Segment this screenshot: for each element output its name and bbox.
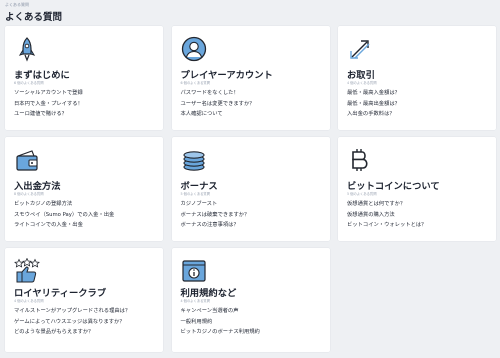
card-links: マイルストーンがアップグレードされる理由は？ ゲームによってハウスエッジは異なり… (14, 306, 130, 338)
card-question-count: 4 個のよくある質問 (180, 298, 211, 303)
faq-link[interactable]: ライトコインでの入金・出金 (14, 220, 114, 231)
stars-thumbs-up-icon (14, 258, 40, 284)
faq-link[interactable]: ビットカジノの登録方法 (14, 199, 114, 210)
category-card-bonus[interactable]: ボーナス 5 個のよくある質問 カジノブースト ボーナスは破棄できますか？ ボー… (171, 137, 330, 241)
category-card-loyalty-club[interactable]: ロイヤリティークラブ 4 個のよくある質問 マイルストーンがアップグレードされる… (5, 248, 163, 352)
category-card-getting-started[interactable]: まずはじめに 6 個のよくある質問 ソーシャルアカウントで登録 日本円で入金・プ… (5, 26, 163, 130)
card-links: ビットカジノの登録方法 スモウペイ（Sumo Pay）での入金・出金 ライトコイ… (14, 199, 114, 231)
faq-link[interactable]: ユーザー名は変更できますか？ (181, 99, 255, 110)
wallet-icon (14, 147, 40, 173)
faq-link[interactable]: 日本円で入金・プレイする！ (14, 99, 83, 110)
user-icon (181, 36, 207, 62)
faq-link[interactable]: 仮想通貨とは何ですか？ (347, 199, 426, 210)
category-card-deposit-withdrawal[interactable]: 入出金方法 8 個のよくある質問 ビットカジノの登録方法 スモウペイ（Sumo … (5, 137, 163, 241)
info-document-icon (181, 258, 207, 284)
faq-link[interactable]: 入出金の手数料は？ (347, 109, 400, 120)
faq-link[interactable]: マイルストーンがアップグレードされる理由は？ (14, 306, 130, 317)
rocket-icon (14, 36, 40, 62)
coins-icon (181, 147, 207, 173)
card-links: 最低・最高入金額は？ 最低・最高出金額は？ 入出金の手数料は？ (347, 88, 400, 120)
faq-link[interactable]: どのような景品がもらえますか？ (14, 327, 130, 338)
card-question-count: 4 個のよくある質問 (14, 298, 44, 303)
card-question-count: 8 個のよくある質問 (14, 191, 44, 196)
empty-grid-cell (338, 248, 496, 352)
faq-link[interactable]: スモウペイ（Sumo Pay）での入金・出金 (14, 210, 114, 221)
exchange-arrows-icon (347, 36, 373, 62)
faq-link[interactable]: パスワードをなくした！ (181, 88, 255, 99)
faq-link[interactable]: カジノブースト (181, 199, 250, 210)
faq-page: よくある質問 よくある質問 まずはじめに 6 個のよくある質問 ソーシャルアカウ… (0, 0, 500, 358)
category-card-terms[interactable]: 利用規約など 4 個のよくある質問 キャンペーン当選者の声 一般利用規約 ビット… (171, 248, 330, 352)
card-question-count: 5 個のよくある質問 (347, 191, 377, 196)
faq-link[interactable]: キャンペーン当選者の声 (181, 306, 260, 317)
faq-link[interactable]: ソーシャルアカウントで登録 (14, 88, 83, 99)
card-links: 仮想通貨とは何ですか？ 仮想通貨の購入方法 ビットコイン・ウォレットとは？ (347, 199, 426, 231)
faq-link[interactable]: ビットカジノのボーナス利用規約 (181, 327, 260, 338)
card-links: カジノブースト ボーナスは破棄できますか？ ボーナスの注意事項は？ (181, 199, 250, 231)
card-links: キャンペーン当選者の声 一般利用規約 ビットカジノのボーナス利用規約 (181, 306, 260, 338)
bitcoin-icon (347, 147, 373, 173)
faq-link[interactable]: 本人確認について (181, 109, 255, 120)
card-question-count: 6 個のよくある質問 (180, 80, 211, 85)
faq-link[interactable]: 仮想通貨の購入方法 (347, 210, 426, 221)
faq-link[interactable]: ビットコイン・ウォレットとは？ (347, 220, 426, 231)
faq-link[interactable]: 最低・最高入金額は？ (347, 88, 400, 99)
card-question-count: 4 個のよくある質問 (347, 80, 377, 85)
category-card-transactions[interactable]: お取引 4 個のよくある質問 最低・最高入金額は？ 最低・最高出金額は？ 入出金… (338, 26, 496, 130)
faq-link[interactable]: ボーナスの注意事項は？ (181, 220, 250, 231)
faq-link[interactable]: ユーロ建値で賭ける？ (14, 109, 83, 120)
faq-link[interactable]: ゲームによってハウスエッジは異なりますか？ (14, 317, 130, 328)
category-card-player-account[interactable]: プレイヤーアカウント 6 個のよくある質問 パスワードをなくした！ ユーザー名は… (171, 26, 330, 130)
card-links: ソーシャルアカウントで登録 日本円で入金・プレイする！ ユーロ建値で賭ける？ (14, 88, 83, 120)
category-card-bitcoin[interactable]: ビットコインについて 5 個のよくある質問 仮想通貨とは何ですか？ 仮想通貨の購… (338, 137, 496, 241)
faq-link[interactable]: 最低・最高出金額は？ (347, 99, 400, 110)
page-title: よくある質問 (5, 12, 63, 23)
category-grid: まずはじめに 6 個のよくある質問 ソーシャルアカウントで登録 日本円で入金・プ… (5, 26, 496, 352)
card-question-count: 6 個のよくある質問 (14, 80, 44, 85)
card-question-count: 5 個のよくある質問 (180, 191, 211, 196)
breadcrumb[interactable]: よくある質問 (5, 2, 29, 8)
faq-link[interactable]: ボーナスは破棄できますか？ (181, 210, 250, 221)
faq-link[interactable]: 一般利用規約 (181, 317, 260, 328)
card-links: パスワードをなくした！ ユーザー名は変更できますか？ 本人確認について (181, 88, 255, 120)
